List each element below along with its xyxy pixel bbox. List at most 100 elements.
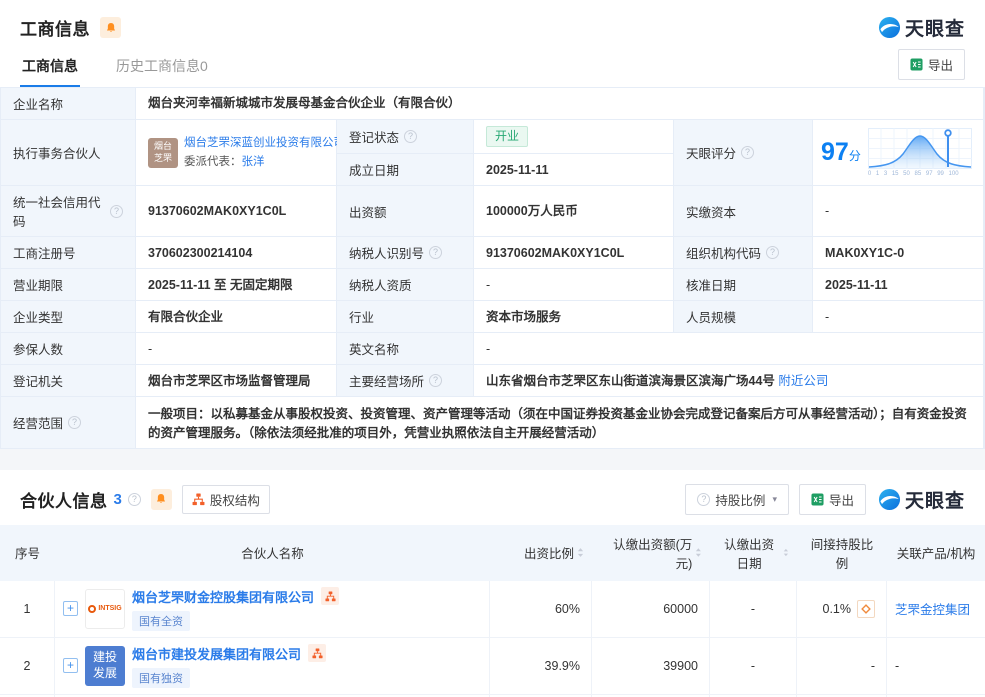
field-label-approval-date: 核准日期 (674, 269, 812, 300)
partners-header: 合伙人信息 3 ? 股权结构 ? 持股比例 ▾ (0, 470, 985, 525)
field-value-company-name: 烟台夹河幸福新城城市发展母基金合伙企业（有限合伙） (136, 88, 983, 119)
expand-plus-icon[interactable]: + (63, 658, 78, 673)
field-label-company-name: 企业名称 (1, 88, 135, 119)
equity-structure-button[interactable]: 股权结构 (182, 485, 270, 514)
field-label-executive-partner: 执行事务合伙人 (1, 120, 135, 185)
field-label-company-type: 企业类型 (1, 301, 135, 332)
col-header-index: 序号 (0, 525, 55, 581)
export-button-partners[interactable]: 导出 (799, 484, 866, 515)
executive-partner-logo: 烟台芝罘 (148, 138, 178, 168)
field-value-reg-number: 370602300214104 (136, 237, 336, 268)
sort-icon (577, 547, 584, 558)
top-header: 工商信息 天眼查 (0, 0, 985, 47)
monitor-bell-icon[interactable] (100, 17, 121, 38)
field-value-capital: 100000万人民币 (474, 186, 673, 236)
partner-row-ratio: 60% (490, 581, 592, 638)
excel-icon (910, 58, 923, 71)
diamond-icon (860, 603, 872, 615)
partner-row-ratio: 39.9% (490, 638, 592, 695)
executive-partner-company-link[interactable]: 烟台芝罘深蓝创业投资有限公司 (184, 137, 345, 149)
partner-company-link[interactable]: 烟台芝罘财金控股集团有限公司 (132, 587, 314, 606)
page-title: 工商信息 (20, 15, 90, 40)
org-chart-icon (312, 648, 323, 659)
field-label-business-address: 主要经营场所? (337, 365, 473, 396)
tianyancha-logo-text: 天眼查 (905, 486, 965, 513)
tab-history-business-info[interactable]: 历史工商信息0 (114, 50, 210, 87)
field-value-taxpayer-quality: - (474, 269, 673, 300)
col-header-amount[interactable]: 认缴出资额(万元) (592, 525, 710, 581)
help-icon[interactable]: ? (68, 416, 81, 429)
field-value-industry: 资本市场服务 (474, 301, 673, 332)
excel-icon (811, 493, 824, 506)
partner-row-related: 芝罘金控集团 (887, 581, 985, 638)
tab-business-info[interactable]: 工商信息 (20, 50, 80, 87)
help-icon[interactable]: ? (128, 493, 141, 506)
logo-dot-icon (88, 605, 96, 613)
partners-table: 序号 合伙人名称 出资比例 认缴出资额(万元) 认缴出资日期 间接持股比例 关联… (0, 525, 985, 697)
business-info-table: 企业名称 烟台夹河幸福新城城市发展母基金合伙企业（有限合伙） 执行事务合伙人 烟… (0, 87, 985, 449)
field-label-english-name: 英文名称 (337, 333, 473, 364)
field-label-paid-capital: 实缴资本 (674, 186, 812, 236)
org-chart-icon (325, 591, 336, 602)
equity-structure-mini-icon[interactable] (321, 587, 339, 605)
tianyancha-logo: 天眼查 (878, 14, 965, 41)
score-unit: 分 (849, 149, 861, 163)
partner-company-link[interactable]: 烟台市建投发展集团有限公司 (132, 644, 301, 663)
sort-icon (783, 547, 789, 558)
partners-count: 3 (114, 491, 122, 508)
field-value-executive-partner: 烟台芝罘 烟台芝罘深蓝创业投资有限公司 委派代表：张洋 (136, 120, 336, 185)
field-value-english-name: - (474, 333, 983, 364)
equity-structure-mini-icon[interactable] (308, 644, 326, 662)
col-header-related: 关联产品/机构 (887, 525, 985, 581)
help-icon[interactable]: ? (429, 374, 442, 387)
tianyancha-eye-icon (878, 16, 901, 39)
partners-toolbar: ? 持股比例 ▾ 导出 天眼查 (685, 484, 965, 515)
col-header-partner-name: 合伙人名称 (55, 525, 490, 581)
field-label-org-code: 组织机构代码? (674, 237, 812, 268)
address-text: 山东省烟台市芝罘区东山街道滨海景区滨海广场44号 (486, 372, 775, 390)
equity-path-diamond-icon[interactable] (857, 600, 875, 618)
representative-link[interactable]: 张洋 (242, 156, 265, 168)
field-value-establish-date: 2025-11-11 (474, 154, 673, 185)
tianyancha-eye-icon (878, 488, 901, 511)
status-badge-open: 开业 (486, 126, 528, 147)
field-label-business-term: 营业期限 (1, 269, 135, 300)
partner-logo: 建投发展 (85, 646, 125, 686)
field-value-business-address: 山东省烟台市芝罘区东山街道滨海景区滨海广场44号 附近公司 (474, 365, 983, 396)
col-header-ratio[interactable]: 出资比例 (490, 525, 592, 581)
score-number: 97 (821, 138, 849, 166)
field-value-paid-capital: - (813, 186, 983, 236)
field-value-approval-date: 2025-11-11 (813, 269, 983, 300)
tag-state-owned: 国有全资 (132, 611, 190, 631)
partner-row-name-cell: + 建投发展 烟台市建投发展集团有限公司 国有独资 (55, 638, 490, 695)
field-value-org-code: MAK0XY1C-0 (813, 237, 983, 268)
expand-plus-icon[interactable]: + (63, 601, 78, 616)
equity-structure-label: 股权结构 (210, 490, 260, 509)
monitor-bell-icon[interactable] (151, 489, 172, 510)
export-button-top[interactable]: 导出 (898, 49, 965, 80)
col-header-date[interactable]: 认缴出资日期 (710, 525, 797, 581)
score-axis-labels: 0 1 3 15 50 85 97 99 100 (868, 171, 972, 177)
field-label-business-scope: 经营范围? (1, 397, 135, 447)
field-value-tyc-score: 97分 0 1 3 15 50 85 97 99 100 (813, 120, 983, 185)
field-value-credit-code: 91370602MAK0XY1C0L (136, 186, 336, 236)
related-org-link[interactable]: 芝罘金控集团 (895, 599, 970, 618)
help-icon[interactable]: ? (404, 130, 417, 143)
field-label-capital: 出资额 (337, 186, 473, 236)
export-button-label: 导出 (829, 490, 854, 509)
chevron-down-icon: ▾ (772, 494, 777, 505)
help-icon[interactable]: ? (766, 246, 779, 259)
field-label-taxpayer-id: 纳税人识别号? (337, 237, 473, 268)
help-icon[interactable]: ? (110, 205, 123, 218)
help-icon[interactable]: ? (429, 246, 442, 259)
partner-row-amount: 39900 (592, 638, 710, 695)
field-value-insured-count: - (136, 333, 336, 364)
org-chart-icon (192, 493, 205, 506)
nearby-companies-link[interactable]: 附近公司 (778, 372, 828, 390)
field-value-business-term: 2025-11-11 至 无固定期限 (136, 269, 336, 300)
holding-ratio-button[interactable]: ? 持股比例 ▾ (685, 484, 789, 515)
help-icon[interactable]: ? (741, 146, 754, 159)
tab-bar: 工商信息 历史工商信息0 导出 (0, 49, 985, 87)
holding-ratio-label: 持股比例 (715, 490, 765, 509)
partner-row-index: 2 (0, 638, 55, 695)
